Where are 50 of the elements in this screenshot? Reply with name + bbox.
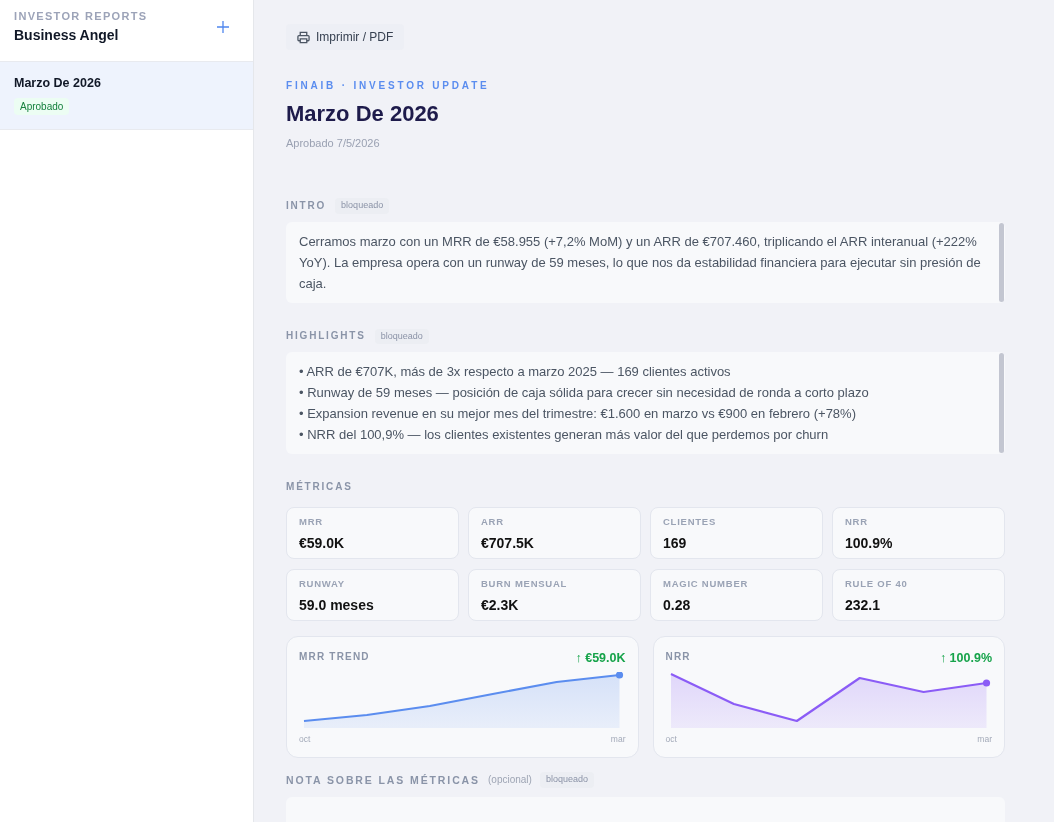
optional-hint: (opcional) bbox=[488, 772, 532, 787]
section-label: INTRO bbox=[286, 198, 327, 213]
approval-date: Aprobado 7/5/2026 bbox=[286, 136, 380, 150]
trend-value: ↑ €59.0K bbox=[575, 650, 626, 666]
highlight-item: • ARR de €707K, más de 3x respecto a marzo 2025 — 169 clientes activos bbox=[299, 363, 732, 381]
chart-title: NRR bbox=[665, 650, 691, 663]
section-label: MÉTRICAS bbox=[286, 480, 353, 494]
highlight-item: • Runway de 59 meses — posición de caja sólida para crecer sin necesidad de ronda a corto plazo bbox=[299, 384, 870, 402]
axis-label: oct bbox=[299, 734, 311, 745]
locked-tag: bloqueado bbox=[539, 772, 594, 788]
metric-label: MAGIC NUMBER bbox=[663, 578, 750, 590]
axis-label: mar bbox=[610, 734, 626, 745]
trend-value: ↑ 100.9% bbox=[939, 650, 992, 666]
metric-label: NRR bbox=[845, 516, 869, 528]
intro-paragraph: Cerramos marzo con un MRR de €58.955 (+7,2% MoM) y un ARR de €707.460, triplicando el ARR interanual (+222% YoY). La empresa opera con un runway de 59 meses, lo que nos da estabilidad financiera para ejecutar sin presión de caja. bbox=[299, 232, 981, 293]
add-icon[interactable] bbox=[217, 21, 229, 33]
chart-title: MRR TREND bbox=[299, 650, 370, 663]
scrollbar-thumb[interactable] bbox=[999, 222, 1004, 302]
axis-label: oct bbox=[665, 734, 677, 745]
section-label: NOTA SOBRE LAS MÉTRICAS bbox=[286, 772, 480, 787]
report-title: Marzo De 2026 bbox=[286, 100, 439, 128]
report-title: Marzo De 2026 bbox=[14, 75, 101, 91]
sidebar-eyebrow: INVESTOR REPORTS bbox=[14, 9, 148, 23]
metric-value: 169 bbox=[663, 534, 688, 552]
metric-value: 232.1 bbox=[845, 596, 882, 614]
scrollbar-thumb[interactable] bbox=[999, 353, 1004, 453]
locked-tag: bloqueado bbox=[374, 328, 429, 344]
report-list-item[interactable]: Marzo De 2026 Aprobado bbox=[0, 62, 253, 130]
axis-label: mar bbox=[977, 734, 992, 745]
section-label: HIGHLIGHTS bbox=[286, 329, 366, 344]
metric-value: 100.9% bbox=[845, 534, 894, 552]
metric-value: €2.3K bbox=[481, 596, 520, 614]
print-button[interactable]: Imprimir / PDF bbox=[286, 24, 405, 50]
metric-label: ARR bbox=[481, 516, 505, 528]
metric-label: CLIENTES bbox=[663, 516, 718, 528]
metric-value: 0.28 bbox=[663, 596, 692, 614]
report-eyebrow: FINAIB · INVESTOR UPDATE bbox=[286, 79, 490, 92]
sidebar-title: Business Angel bbox=[14, 26, 120, 44]
metric-label: BURN MENSUAL bbox=[481, 578, 569, 590]
highlight-item: • NRR del 100,9% — los clientes existentes generan más valor del que perdemos por churn bbox=[299, 426, 830, 444]
status-tag: Aprobado bbox=[14, 98, 70, 115]
highlight-item: • Expansion revenue en su mejor mes del trimestre: €1.600 en marzo vs €900 en febrero (+78%) bbox=[299, 405, 857, 423]
printer-icon bbox=[297, 30, 310, 44]
metric-value: 59.0 meses bbox=[299, 596, 375, 614]
metric-label: RULE OF 40 bbox=[845, 578, 909, 590]
locked-tag: bloqueado bbox=[335, 198, 390, 214]
metric-value: €59.0K bbox=[299, 534, 346, 552]
metric-label: RUNWAY bbox=[299, 578, 346, 590]
metric-label: MRR bbox=[299, 516, 324, 528]
metric-value: €707.5K bbox=[481, 534, 535, 552]
